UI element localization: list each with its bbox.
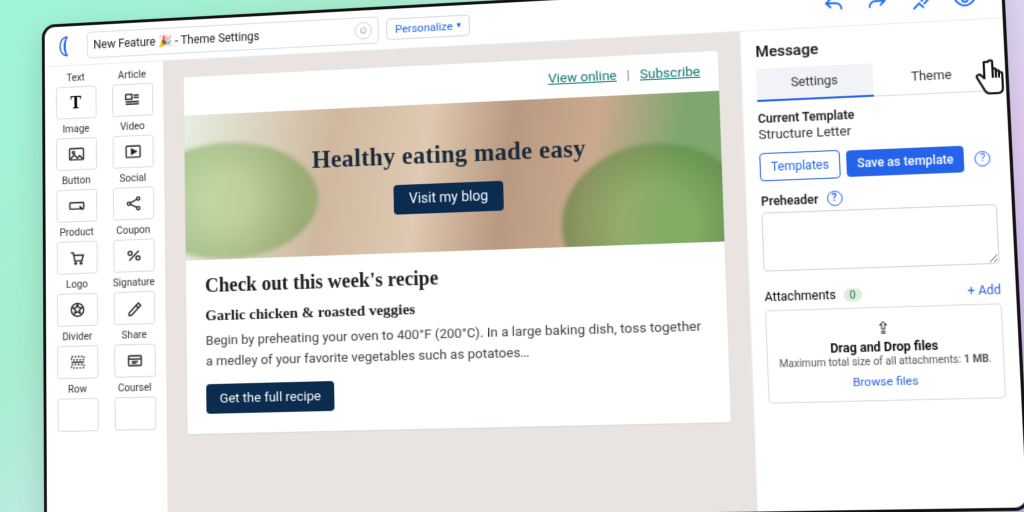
attachments-label: Attachments 0 xyxy=(764,287,862,304)
redo-button[interactable] xyxy=(865,0,889,15)
personalize-dropdown[interactable]: Personalize ▾ xyxy=(386,14,470,40)
product-icon xyxy=(67,248,86,268)
separator: | xyxy=(626,67,630,83)
logo-icon xyxy=(68,300,87,320)
preview-button[interactable] xyxy=(953,0,977,10)
block-palette: TextT Article Image Video Button Social … xyxy=(45,61,168,512)
preheader-label: Preheader xyxy=(761,192,819,208)
panel-title: Message xyxy=(755,31,989,61)
block-divider[interactable]: Divider xyxy=(52,329,104,379)
block-coupon[interactable]: Coupon xyxy=(108,223,160,273)
view-online-link[interactable]: View online xyxy=(548,68,617,87)
hero-section[interactable]: Healthy eating made easy Visit my blog xyxy=(184,91,724,261)
article-icon xyxy=(123,90,142,110)
personalize-label: Personalize xyxy=(395,19,453,36)
hero-cta-button[interactable]: Visit my blog xyxy=(393,181,504,215)
topbar-actions xyxy=(822,0,990,17)
tab-settings[interactable]: Settings xyxy=(756,63,873,102)
button-icon xyxy=(67,196,86,216)
block-article[interactable]: Article xyxy=(106,67,157,117)
message-panel: Message Settings Theme Current Template … xyxy=(739,18,1024,511)
editor-canvas[interactable]: View online | Subscribe Healthy eating m… xyxy=(163,32,757,512)
save-template-button[interactable]: Save as template xyxy=(846,146,965,177)
block-social[interactable]: Social xyxy=(107,171,159,221)
undo-button[interactable] xyxy=(822,0,846,17)
app-window: New Feature 🎉 - Theme Settings ☺ Persona… xyxy=(42,0,1024,512)
text-icon: T xyxy=(70,92,81,112)
browse-files-link[interactable]: Browse files xyxy=(852,373,918,389)
block-share[interactable]: Share xyxy=(108,328,160,378)
clean-button[interactable] xyxy=(909,0,933,13)
attachments-count: 0 xyxy=(843,288,862,302)
section-headline: Check out this week's recipe xyxy=(205,258,706,298)
recipe-body: Begin by preheating your oven to 400°F (… xyxy=(206,316,709,372)
app-logo[interactable] xyxy=(56,33,80,59)
block-video[interactable]: Video xyxy=(107,119,159,169)
tab-theme[interactable]: Theme xyxy=(872,58,991,97)
block-product[interactable]: Product xyxy=(51,225,102,275)
preheader-input[interactable] xyxy=(761,204,999,272)
block-logo[interactable]: Logo xyxy=(51,277,102,327)
social-icon xyxy=(124,193,143,213)
block-image[interactable]: Image xyxy=(51,121,102,171)
block-button[interactable]: Button xyxy=(51,173,102,223)
recipe-cta-button[interactable]: Get the full recipe xyxy=(206,381,335,414)
block-text[interactable]: TextT xyxy=(50,70,101,120)
templates-button[interactable]: Templates xyxy=(759,150,841,182)
add-attachment-link[interactable]: + Add xyxy=(967,282,1001,298)
signature-icon xyxy=(125,298,144,318)
image-icon xyxy=(67,144,86,164)
email-preview[interactable]: View online | Subscribe Healthy eating m… xyxy=(184,51,731,434)
share-icon xyxy=(125,351,144,371)
video-icon xyxy=(123,142,142,162)
emoji-picker-button[interactable]: ☺ xyxy=(354,21,372,39)
attachment-dropzone[interactable]: ⇪ Drag and Drop files Maximum total size… xyxy=(765,303,1006,403)
coupon-icon xyxy=(124,246,143,266)
block-row[interactable]: Row xyxy=(52,382,104,432)
panel-tabs: Settings Theme xyxy=(756,58,991,102)
block-carousel[interactable]: Coursel xyxy=(109,381,161,431)
block-signature[interactable]: Signature xyxy=(108,275,160,325)
subject-text: New Feature 🎉 - Theme Settings xyxy=(93,29,259,51)
help-icon[interactable]: ? xyxy=(974,150,991,166)
help-icon[interactable]: ? xyxy=(826,190,842,206)
email-body[interactable]: Check out this week's recipe Garlic chic… xyxy=(186,241,731,433)
hero-title: Healthy eating made easy xyxy=(312,136,587,175)
divider-icon xyxy=(68,352,87,372)
chevron-down-icon: ▾ xyxy=(457,20,462,30)
subscribe-link[interactable]: Subscribe xyxy=(640,64,701,83)
